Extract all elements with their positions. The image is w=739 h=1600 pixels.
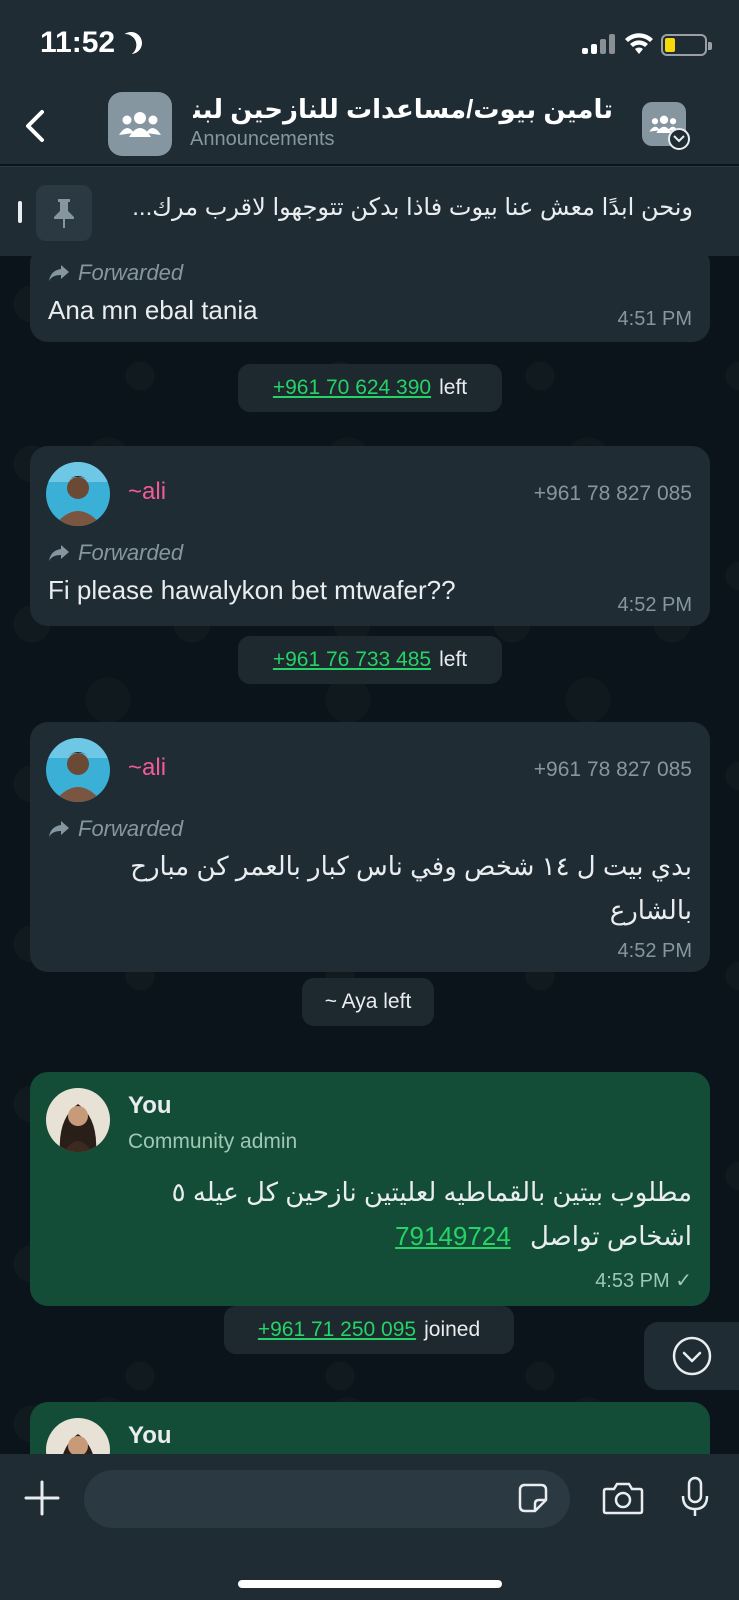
pin-icon [54,199,74,228]
forward-arrow-icon [49,821,69,837]
chat-subtitle: Announcements [190,128,335,150]
chat-title[interactable]: تامين بيوت/مساعدات للنازحين لبنان [193,94,613,125]
message-time: 4:52 PM [617,594,692,616]
message-composer [0,1454,739,1600]
sender-role: Community admin [128,1130,298,1153]
wifi-icon [625,33,653,54]
sender-avatar[interactable] [46,1088,110,1152]
phone-link[interactable]: +961 70 624 390 [273,376,431,400]
sticker-icon[interactable] [517,1482,549,1514]
pinned-message-text: ونحن ابدًا معش عنا بيوت فاذا بدكن تتوجهو… [132,194,693,221]
message-text-line: بدي بيت ل ١٤ شخص وفي ناس كبار بالعمر كن … [130,851,692,881]
message-text-line: اشخاص تواصل 79149724 [395,1221,692,1251]
forward-arrow-icon [49,265,69,281]
message-bubble[interactable]: Forwarded Ana mn ebal tania 4:51 PM [30,256,710,342]
group-avatar[interactable] [108,92,172,156]
forwarded-label: Forwarded [48,260,183,286]
message-bubble[interactable]: ~ali +961 78 827 085 Forwarded بدي بيت ل… [30,722,710,972]
phone-link[interactable]: 79149724 [395,1221,511,1251]
forward-arrow-icon [49,545,69,561]
chevron-down-icon [668,128,690,150]
message-time: 4:51 PM [617,308,692,330]
message-time: 4:53 PM ✓ [595,1270,692,1292]
phone-link[interactable]: +961 76 733 485 [273,648,431,672]
pinned-indicator [18,201,22,223]
scroll-to-bottom-button[interactable] [644,1322,739,1390]
outgoing-message-bubble[interactable]: You [30,1402,710,1454]
plus-icon[interactable] [24,1480,60,1516]
camera-icon[interactable] [602,1480,644,1516]
sender-name: You [128,1092,172,1119]
battery-icon [661,34,712,56]
outgoing-message-bubble[interactable]: You Community admin مطلوب بيتين بالقماطي… [30,1072,710,1306]
pin-button[interactable] [36,185,92,241]
chevron-down-circle-icon [672,1336,712,1376]
sender-name[interactable]: ~ali [128,478,166,506]
status-bar: 11:52 [0,0,739,88]
sender-phone: +961 78 827 085 [533,482,692,505]
moon-icon [117,29,145,57]
message-text: Fi please hawalykon bet mtwafer?? [48,575,456,605]
system-message: +961 71 250 095 joined [224,1306,514,1354]
message-text-line: مطلوب بيتين بالقماطيه لعليتين نازحين كل … [171,1177,692,1207]
message-input[interactable] [84,1470,570,1528]
sender-avatar[interactable] [46,462,110,526]
message-bubble[interactable]: ~ali +961 78 827 085 Forwarded Fi please… [30,446,710,626]
sender-avatar[interactable] [46,1418,110,1454]
sender-name[interactable]: ~ali [128,754,166,782]
community-button[interactable] [642,102,690,150]
system-message: +961 70 624 390 left [238,364,502,412]
sender-phone: +961 78 827 085 [533,758,692,781]
cellular-signal-icon [582,34,616,54]
message-text: Ana mn ebal tania [48,295,258,325]
home-indicator [238,1580,502,1588]
system-message: +961 76 733 485 left [238,636,502,684]
message-time: 4:52 PM [617,940,692,962]
sent-check-icon: ✓ [675,1270,692,1292]
system-message: ~ Aya left [302,978,434,1026]
sender-avatar[interactable] [46,738,110,802]
chat-header: تامين بيوت/مساعدات للنازحين لبنان Announ… [0,88,739,164]
phone-link[interactable]: +961 71 250 095 [258,1318,416,1342]
status-time: 11:52 [40,26,116,59]
message-text-line: بالشارع [609,895,692,925]
forwarded-label: Forwarded [48,816,183,842]
sender-name: You [128,1422,172,1449]
chat-messages-area[interactable]: Forwarded Ana mn ebal tania 4:51 PM +961… [0,256,739,1454]
back-chevron-icon[interactable] [20,106,50,146]
people-group-icon [119,112,161,137]
microphone-icon[interactable] [680,1476,710,1518]
forwarded-label: Forwarded [48,540,183,566]
pinned-message-bar[interactable]: ونحن ابدًا معش عنا بيوت فاذا بدكن تتوجهو… [0,166,739,256]
